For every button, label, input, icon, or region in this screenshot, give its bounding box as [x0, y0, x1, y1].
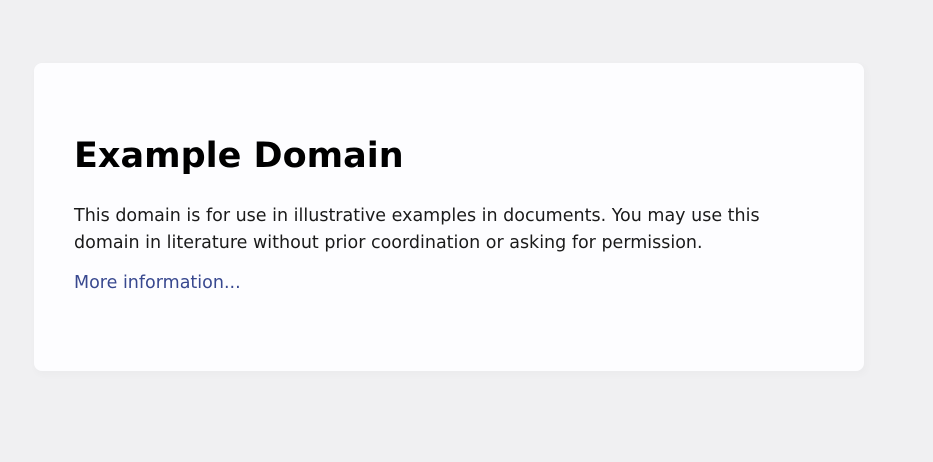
description-text: This domain is for use in illustrative e…	[74, 206, 760, 253]
page-title: Example Domain	[74, 136, 404, 176]
more-info-paragraph: More information...	[74, 270, 824, 297]
content-card: Example Domain This domain is for use in…	[34, 63, 864, 371]
more-information-link[interactable]: More information...	[74, 273, 241, 293]
